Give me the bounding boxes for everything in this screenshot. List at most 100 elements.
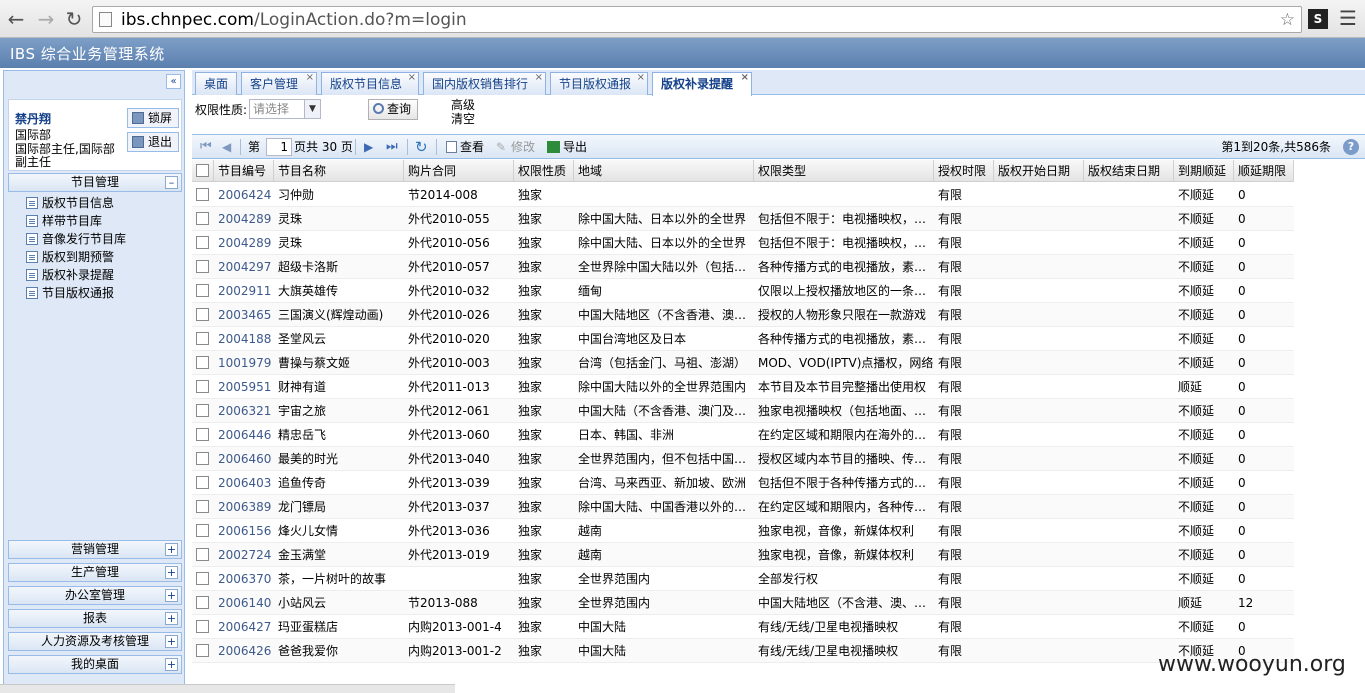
expand-icon[interactable]: + — [165, 635, 178, 648]
row-checkbox[interactable] — [196, 284, 209, 297]
expand-icon[interactable]: + — [165, 566, 178, 579]
row-checkbox[interactable] — [196, 572, 209, 585]
tab-6[interactable]: 版权补录提醒 × — [652, 72, 752, 96]
row-checkbox[interactable] — [196, 428, 209, 441]
row-checkbox[interactable] — [196, 596, 209, 609]
first-page-icon[interactable]: ⏮ — [200, 138, 212, 156]
column-header[interactable]: 到期顺延 — [1174, 160, 1234, 182]
row-checkbox[interactable] — [196, 404, 209, 417]
sidebar-item-6[interactable]: 节目版权通报 — [26, 284, 114, 302]
row-checkbox[interactable] — [196, 524, 209, 537]
last-page-icon[interactable]: ⏭ — [386, 138, 398, 156]
column-header[interactable]: 版权结束日期 — [1084, 160, 1174, 182]
close-icon[interactable]: × — [637, 73, 645, 83]
table-row[interactable]: 2006321 宇宙之旅 外代2012-061 独家 中国大陆（不含香港、澳门及台湾） 独… — [192, 399, 1294, 423]
close-icon[interactable]: × — [535, 73, 543, 83]
table-row[interactable]: 2006460 最美的时光 外代2013-040 独家 全世界范围内，但不包括中国大陆授… — [192, 447, 1294, 471]
table-row[interactable]: 2006446 精忠岳飞 外代2013-060 独家 日本、韩国、非洲 在约定区域和期限内… — [192, 423, 1294, 447]
menu-group-4[interactable]: 报表 + — [8, 609, 182, 628]
row-checkbox[interactable] — [196, 260, 209, 273]
prev-page-icon[interactable]: ◀ — [222, 138, 231, 156]
row-checkbox[interactable] — [196, 548, 209, 561]
page-number-input[interactable]: 1 — [266, 138, 292, 156]
column-header[interactable]: 地域 — [574, 160, 754, 182]
column-header[interactable]: 版权开始日期 — [994, 160, 1084, 182]
tab-1[interactable]: 桌面 — [195, 72, 237, 95]
row-checkbox[interactable] — [196, 212, 209, 225]
clear-link[interactable]: 清空 — [451, 112, 475, 126]
expand-icon[interactable]: + — [165, 589, 178, 602]
tab-3[interactable]: 版权节目信息 × — [321, 72, 419, 95]
logout-button[interactable]: 退出 — [127, 132, 179, 152]
expand-icon[interactable]: + — [165, 543, 178, 556]
menu-group-1[interactable]: 营销管理 + — [8, 540, 182, 559]
table-row[interactable]: 2004297 超级卡洛斯 外代2010-057 独家 全世界除中国大陆以外（包括港澳台… — [192, 255, 1294, 279]
row-checkbox[interactable] — [196, 644, 209, 657]
reload-icon[interactable]: ↻ — [62, 7, 86, 31]
row-checkbox[interactable] — [196, 188, 209, 201]
tab-4[interactable]: 国内版权销售排行 × — [423, 72, 546, 95]
chevron-down-icon[interactable]: ▼ — [304, 100, 320, 118]
table-row[interactable]: 2004188 圣堂风云 外代2010-020 独家 中国台湾地区及日本 各种传播方式的电… — [192, 327, 1294, 351]
sidebar-item-3[interactable]: 音像发行节目库 — [26, 230, 126, 248]
column-header[interactable]: 权限性质 — [514, 160, 574, 182]
row-checkbox[interactable] — [196, 476, 209, 489]
tab-2[interactable]: 客户管理 × — [241, 72, 317, 95]
column-header[interactable]: 节目名称 — [274, 160, 404, 182]
refresh-icon[interactable]: ↻ — [415, 138, 428, 156]
sidebar-item-1[interactable]: 版权节目信息 — [26, 194, 114, 212]
table-row[interactable]: 2006389 龙门镖局 外代2013-037 独家 除中国大陆、中国香港以外的全世界在… — [192, 495, 1294, 519]
table-row[interactable]: 2003465 三国演义(辉煌动画) 外代2010-026 独家 中国大陆地区（不含香港… — [192, 303, 1294, 327]
column-header[interactable]: 权限类型 — [754, 160, 934, 182]
back-arrow-icon[interactable]: ← — [4, 7, 28, 31]
expand-icon[interactable]: + — [165, 658, 178, 671]
table-row[interactable]: 2006426 爸爸我爱你 内购2013-001-2 独家 中国大陆 有线/无线/卫星电视… — [192, 639, 1294, 663]
sidebar-item-4[interactable]: 版权到期预警 — [26, 248, 114, 266]
row-checkbox[interactable] — [196, 500, 209, 513]
tab-5[interactable]: 节目版权通报 × — [550, 72, 648, 95]
extension-icon[interactable]: S — [1308, 9, 1328, 29]
advanced-link[interactable]: 高级 — [451, 98, 475, 112]
row-checkbox[interactable] — [196, 332, 209, 345]
lock-screen-button[interactable]: 锁屏 — [127, 108, 179, 128]
next-page-icon[interactable]: ▶ — [364, 138, 373, 156]
row-checkbox[interactable] — [196, 308, 209, 321]
view-button[interactable]: 查看 — [446, 138, 484, 156]
table-row[interactable]: 2006140 小站风云 节2013-088 独家 全世界范围内 中国大陆地区（不含港、澳… — [192, 591, 1294, 615]
sidebar-item-5[interactable]: 版权补录提醒 — [26, 266, 115, 284]
menu-group-3[interactable]: 办公室管理 + — [8, 586, 182, 605]
column-header[interactable]: 购片合同 — [404, 160, 514, 182]
select-all-checkbox[interactable] — [196, 164, 209, 177]
menu-group-program[interactable]: 节目管理 – — [8, 173, 182, 192]
bookmark-star-icon[interactable]: ☆ — [1280, 10, 1295, 30]
table-row[interactable]: 2005951 财神有道 外代2011-013 独家 除中国大陆以外的全世界范围内 本节目… — [192, 375, 1294, 399]
edit-button[interactable]: ✎ 修改 — [496, 138, 535, 156]
forward-arrow-icon[interactable]: → — [34, 7, 58, 31]
sidebar-item-2[interactable]: 样带节目库 — [26, 212, 102, 230]
export-button[interactable]: 导出 — [547, 138, 587, 156]
menu-group-6[interactable]: 我的桌面 + — [8, 655, 182, 674]
close-icon[interactable]: × — [306, 73, 314, 83]
row-checkbox[interactable] — [196, 356, 209, 369]
row-checkbox[interactable] — [196, 380, 209, 393]
table-row[interactable]: 2006403 追鱼传奇 外代2013-039 独家 台湾、马来西亚、新加坡、欧洲 包括但… — [192, 471, 1294, 495]
row-checkbox[interactable] — [196, 452, 209, 465]
row-checkbox[interactable] — [196, 620, 209, 633]
address-bar[interactable]: ibs.chnpec.com/LoginAction.do?m=login ☆ — [92, 6, 1302, 33]
column-header[interactable]: 授权时限 — [934, 160, 994, 182]
row-checkbox[interactable] — [196, 236, 209, 249]
help-icon[interactable]: ? — [1343, 139, 1359, 155]
table-row[interactable]: 2006370 茶，一片树叶的故事 独家 全世界范围内 全部发行权 有限 不顺延 0 — [192, 567, 1294, 591]
column-header[interactable]: 顺延期限 — [1234, 160, 1294, 182]
table-row[interactable]: 2006156 烽火儿女情 外代2013-036 独家 越南 独家电视，音像，新媒体权利 有… — [192, 519, 1294, 543]
table-row[interactable]: 2006424 习仲勋 节2014-008 独家 有限 不顺延 0 — [192, 183, 1294, 207]
column-header[interactable]: 节目编号 — [214, 160, 274, 182]
browser-menu-icon[interactable]: ☰ — [1339, 6, 1357, 30]
close-icon[interactable]: × — [408, 73, 416, 83]
table-row[interactable]: 2004289 灵珠 外代2010-056 独家 除中国大陆、日本以外的全世界 包括但不限… — [192, 231, 1294, 255]
table-row[interactable]: 2006427 玛亚蛋糕店 内购2013-001-4 独家 中国大陆 有线/无线/卫星电视… — [192, 615, 1294, 639]
collapse-icon[interactable]: – — [165, 176, 178, 189]
menu-group-5[interactable]: 人力资源及考核管理 + — [8, 632, 182, 651]
table-row[interactable]: 1001979 曹操与蔡文姬 外代2010-003 独家 台湾（包括金门、马祖、澎湖） M… — [192, 351, 1294, 375]
table-row[interactable]: 2002724 金玉满堂 外代2013-019 独家 越南 独家电视，音像，新媒体权利 有限… — [192, 543, 1294, 567]
